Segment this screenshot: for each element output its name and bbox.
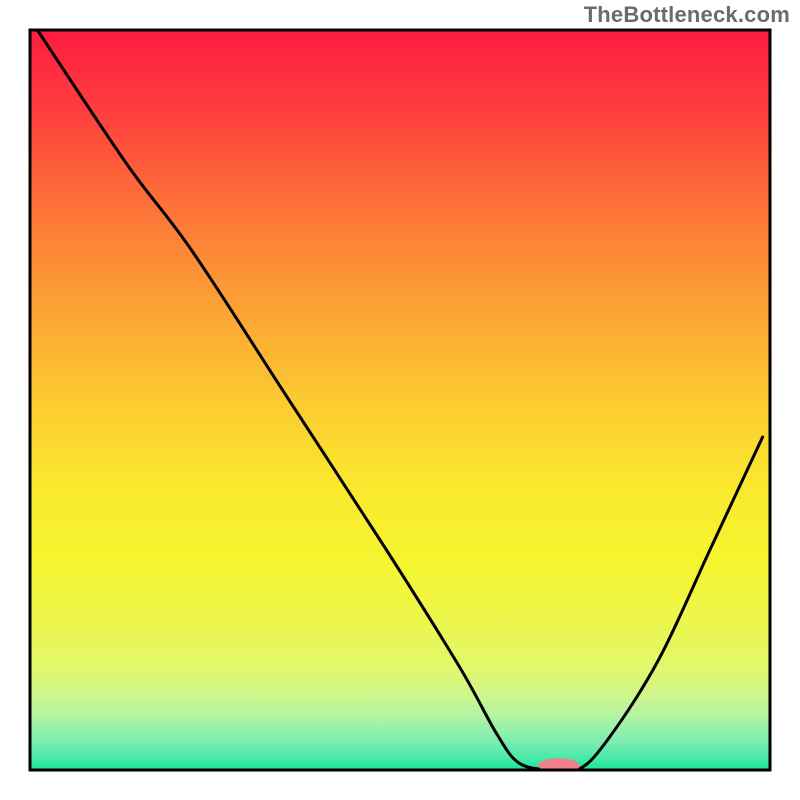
bottleneck-chart	[0, 0, 800, 800]
chart-container: TheBottleneck.com	[0, 0, 800, 800]
